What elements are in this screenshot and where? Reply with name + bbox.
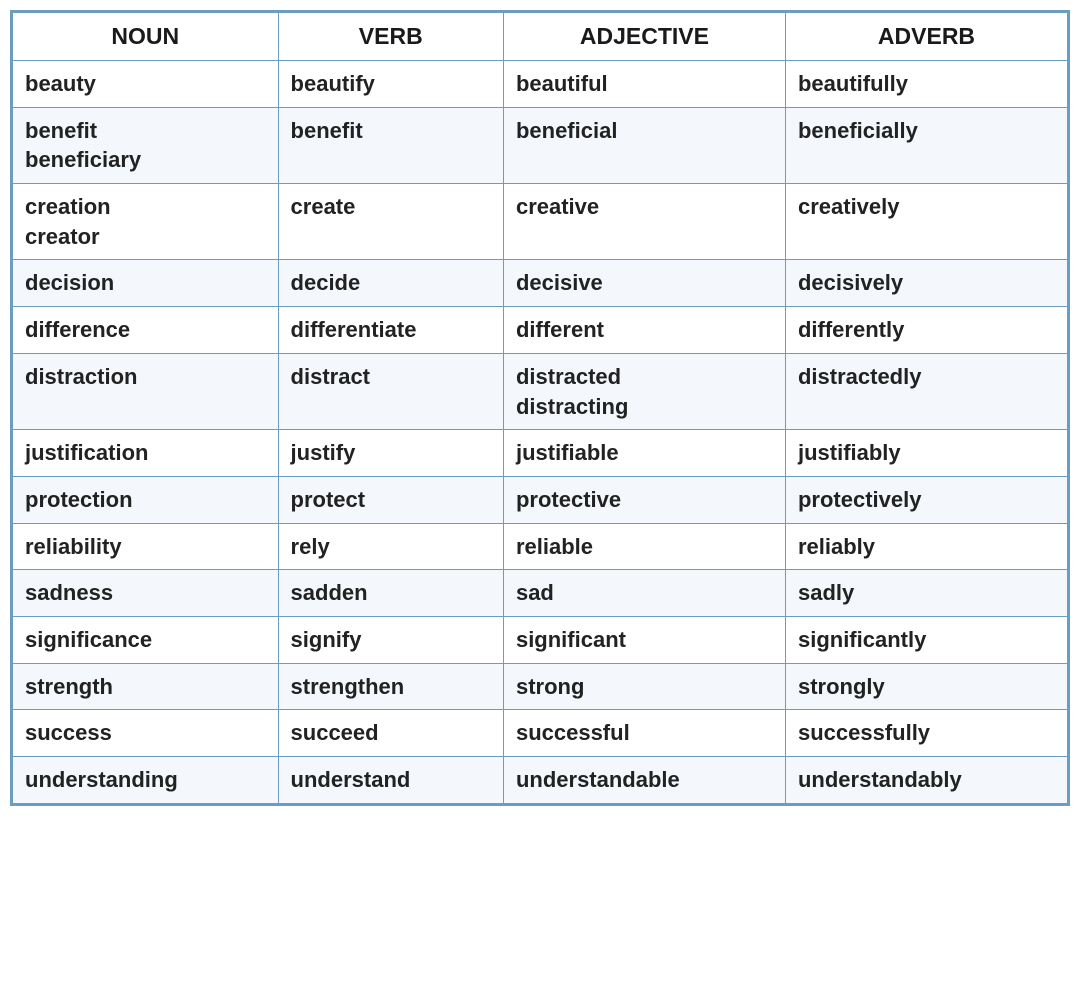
cell-adjective: successful [503,710,785,757]
table-row: significancesignifysignificantsignifican… [13,616,1068,663]
cell-verb: succeed [278,710,503,757]
table-row: protectionprotectprotectiveprotectively [13,476,1068,523]
cell-adverb: justifiably [785,430,1067,477]
cell-verb: understand [278,757,503,804]
cell-adverb: beautifully [785,61,1067,108]
cell-adjective: different [503,307,785,354]
cell-adjective: strong [503,663,785,710]
cell-noun: significance [13,616,279,663]
cell-noun: sadness [13,570,279,617]
header-noun: NOUN [13,13,279,61]
table-row: decisiondecidedecisivedecisively [13,260,1068,307]
cell-verb: decide [278,260,503,307]
cell-noun: justification [13,430,279,477]
cell-adverb: protectively [785,476,1067,523]
cell-adverb: significantly [785,616,1067,663]
cell-noun: protection [13,476,279,523]
word-forms-table: NOUN VERB ADJECTIVE ADVERB beautybeautif… [10,10,1070,806]
table-row: creationcreatorcreatecreativecreatively [13,184,1068,260]
table-row: distractiondistractdistracteddistracting… [13,353,1068,429]
table-row: sadnesssaddensadsadly [13,570,1068,617]
cell-adjective: significant [503,616,785,663]
cell-adverb: successfully [785,710,1067,757]
cell-adverb: creatively [785,184,1067,260]
table-row: differencedifferentiatedifferentdifferen… [13,307,1068,354]
cell-verb: beautify [278,61,503,108]
cell-noun: reliability [13,523,279,570]
cell-verb: sadden [278,570,503,617]
cell-adverb: sadly [785,570,1067,617]
cell-noun: difference [13,307,279,354]
cell-adjective: decisive [503,260,785,307]
cell-adjective: understandable [503,757,785,804]
cell-adjective: beneficial [503,107,785,183]
cell-adverb: decisively [785,260,1067,307]
cell-verb: justify [278,430,503,477]
cell-adjective: creative [503,184,785,260]
cell-verb: differentiate [278,307,503,354]
cell-adverb: distractedly [785,353,1067,429]
cell-noun: benefitbeneficiary [13,107,279,183]
cell-noun: success [13,710,279,757]
cell-adverb: understandably [785,757,1067,804]
table-row: benefitbeneficiarybenefitbeneficialbenef… [13,107,1068,183]
cell-adjective: distracteddistracting [503,353,785,429]
cell-noun: understanding [13,757,279,804]
header-adjective: ADJECTIVE [503,13,785,61]
cell-adjective: sad [503,570,785,617]
cell-verb: distract [278,353,503,429]
table-row: successsucceedsuccessfulsuccessfully [13,710,1068,757]
cell-noun: creationcreator [13,184,279,260]
cell-adverb: beneficially [785,107,1067,183]
cell-verb: benefit [278,107,503,183]
table-row: strengthstrengthenstrongstrongly [13,663,1068,710]
cell-adverb: strongly [785,663,1067,710]
cell-noun: decision [13,260,279,307]
header-adverb: ADVERB [785,13,1067,61]
cell-adjective: reliable [503,523,785,570]
header-row: NOUN VERB ADJECTIVE ADVERB [13,13,1068,61]
cell-verb: create [278,184,503,260]
cell-noun: strength [13,663,279,710]
cell-verb: signify [278,616,503,663]
cell-adverb: differently [785,307,1067,354]
cell-verb: rely [278,523,503,570]
table-row: reliabilityrelyreliablereliably [13,523,1068,570]
cell-adjective: beautiful [503,61,785,108]
cell-verb: protect [278,476,503,523]
table-row: beautybeautifybeautifulbeautifully [13,61,1068,108]
cell-noun: beauty [13,61,279,108]
table-row: understandingunderstandunderstandableund… [13,757,1068,804]
cell-verb: strengthen [278,663,503,710]
cell-adjective: justifiable [503,430,785,477]
cell-adjective: protective [503,476,785,523]
cell-adverb: reliably [785,523,1067,570]
header-verb: VERB [278,13,503,61]
table-row: justificationjustifyjustifiablejustifiab… [13,430,1068,477]
cell-noun: distraction [13,353,279,429]
